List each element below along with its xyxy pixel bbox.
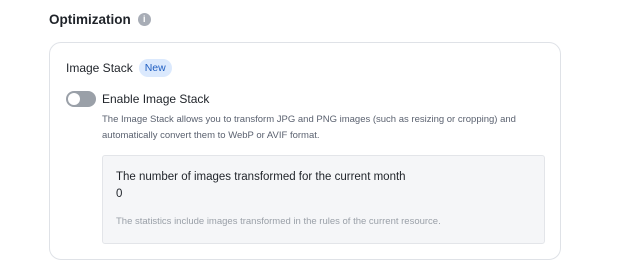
card-title: Image Stack [66,61,133,75]
enable-image-stack-toggle[interactable] [66,91,96,107]
stats-note: The statistics include images transforme… [116,216,441,227]
section-header: Optimization i [49,12,151,27]
enable-toggle-row: Enable Image Stack [66,91,209,107]
description-line: The Image Stack allows you to transform … [102,114,516,125]
feature-description: The Image Stack allows you to transform … [102,112,547,144]
toggle-label: Enable Image Stack [102,92,210,106]
stats-label: The number of images transformed for the… [116,171,406,183]
toggle-knob [68,93,80,105]
description-line: automatically convert them to WebP or AV… [102,130,320,141]
card-header: Image Stack New [66,59,172,77]
new-badge: New [138,59,172,77]
stats-value: 0 [116,188,123,200]
section-title: Optimization [49,12,131,27]
info-icon[interactable]: i [137,13,151,26]
stats-panel: The number of images transformed for the… [102,155,545,244]
image-stack-card: Image Stack New Enable Image Stack The I… [49,42,561,260]
